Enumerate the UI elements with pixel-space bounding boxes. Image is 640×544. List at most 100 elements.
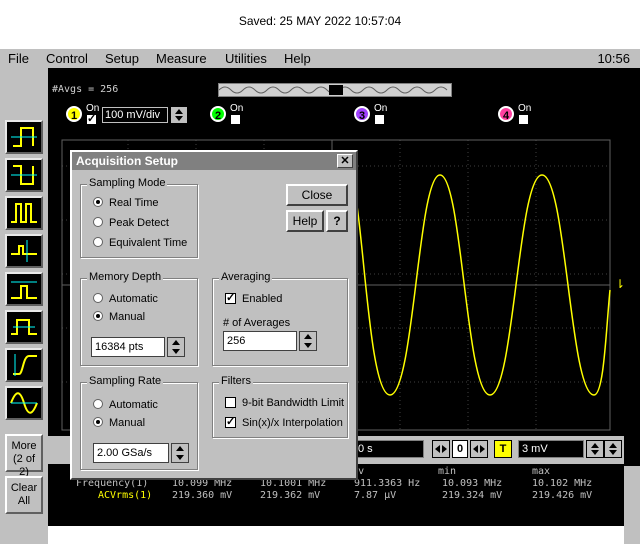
meas-max: 219.426 mV (532, 490, 593, 501)
close-button[interactable]: Close (286, 184, 348, 206)
memory-depth-spinner[interactable] (167, 337, 185, 357)
acquisition-setup-dialog: Acquisition Setup ✕ Sampling Mode Real T… (70, 150, 358, 480)
menu-control[interactable]: Control (46, 51, 88, 66)
timeout-trigger-button[interactable] (5, 310, 43, 344)
meas-mean: 219.362 mV (260, 490, 321, 501)
trigger-level-field[interactable]: 3 mV (518, 440, 584, 458)
radio-real-time[interactable]: Real Time (93, 197, 159, 209)
averages-count-spinner[interactable] (299, 331, 317, 351)
saved-timestamp: Saved: 25 MAY 2022 10:57:04 (238, 14, 402, 28)
falling-edge-icon (11, 165, 37, 185)
rising-edge-trigger-button[interactable] (5, 120, 43, 154)
memory-depth-label: Memory Depth (87, 271, 164, 283)
sampling-rate-label: Sampling Rate (87, 375, 164, 387)
runt-trigger-button[interactable] (5, 272, 43, 306)
clear-label: Clear (10, 482, 38, 494)
channel-2-icon[interactable]: 2 (210, 106, 226, 122)
tv-trigger-button[interactable] (5, 386, 43, 420)
averaging-enabled-checkbox[interactable]: Enabled (225, 291, 282, 305)
pulse-icon (11, 203, 37, 223)
volts-per-div-field[interactable]: 100 mV/div (102, 107, 168, 123)
timeout-icon (11, 319, 37, 335)
help-button[interactable]: Help (286, 210, 324, 232)
rising-edge-icon (11, 127, 37, 147)
overview-waveform-icon (218, 85, 448, 95)
slew-trigger-button[interactable] (5, 348, 43, 382)
channel-4-icon[interactable]: 4 (498, 106, 514, 122)
sampling-rate-group: Sampling Rate Automatic Manual 2.00 GSa/… (80, 375, 198, 470)
menu-setup[interactable]: Setup (105, 51, 139, 66)
channel-2-on-label: On (230, 103, 244, 114)
dialog-title-text: Acquisition Setup (76, 154, 178, 168)
volts-per-div-spinner[interactable] (170, 106, 188, 124)
sine-wave-icon (10, 392, 38, 414)
more-page: (2 of 2) (12, 453, 35, 478)
radio-memory-manual[interactable]: Manual (93, 311, 145, 323)
sampling-rate-field[interactable]: 2.00 GSa/s (93, 443, 169, 463)
header-max: max (532, 466, 551, 477)
dialog-title: Acquisition Setup ✕ (72, 152, 356, 170)
more-button[interactable]: More (2 of 2) (5, 434, 43, 478)
glitch-trigger-button[interactable] (5, 234, 43, 268)
channel-3-on-label: On (374, 103, 388, 114)
context-help-icon[interactable]: ? (326, 210, 348, 232)
trigger-slope-button[interactable] (604, 440, 622, 458)
memory-depth-field[interactable]: 16384 pts (91, 337, 165, 357)
radio-memory-automatic[interactable]: Automatic (93, 293, 158, 305)
menu-help[interactable]: Help (284, 51, 311, 66)
sampling-rate-spinner[interactable] (171, 443, 189, 463)
channel-3-icon[interactable]: 3 (354, 106, 370, 122)
radio-peak-detect[interactable]: Peak Detect (93, 217, 169, 229)
meas-current: 219.360 mV (172, 490, 233, 501)
sinx-interpolation-checkbox[interactable]: Sin(x)/x Interpolation (225, 415, 343, 429)
meas-min: 10.093 MHz (442, 478, 503, 489)
slew-icon (13, 354, 37, 376)
falling-edge-trigger-button[interactable] (5, 158, 43, 192)
timebase-overview[interactable] (218, 83, 452, 97)
meas-max: 10.102 MHz (532, 478, 593, 489)
channel-4-checkbox[interactable] (518, 114, 529, 125)
all-label: All (17, 495, 31, 507)
channel-4-on-label: On (518, 103, 532, 114)
meas-std: 911.3363 Hz (354, 478, 421, 489)
averaging-group: Averaging Enabled # of Averages 256 (212, 271, 348, 366)
time-position-field[interactable]: 0 s (354, 440, 424, 458)
channel-1-checkbox[interactable] (86, 112, 97, 125)
sampling-mode-group: Sampling Mode Real Time Peak Detect Equi… (80, 177, 198, 258)
meas-min: 219.324 mV (442, 490, 503, 501)
trigger-level-spinner[interactable] (586, 440, 604, 458)
menu-file[interactable]: File (8, 51, 29, 66)
averages-readout: #Avgs = 256 (52, 84, 119, 95)
meas-std: 7.87 µV (354, 490, 397, 501)
memory-depth-group: Memory Depth Automatic Manual 16384 pts (80, 271, 198, 366)
menu-utilities[interactable]: Utilities (225, 51, 267, 66)
delay-value[interactable]: 0 (452, 440, 468, 458)
menu-bar: File Control Setup Measure Utilities Hel… (0, 48, 640, 68)
delay-right-button[interactable] (470, 440, 488, 458)
channel-2-checkbox[interactable] (230, 114, 241, 125)
clock: 10:56 (597, 51, 630, 66)
trigger-level-marker-icon: ⇂ (615, 277, 625, 291)
sampling-mode-label: Sampling Mode (87, 177, 168, 189)
bandwidth-limit-checkbox[interactable]: 9-bit Bandwidth Limit (225, 397, 344, 409)
runt-icon (11, 281, 37, 299)
radio-rate-manual[interactable]: Manual (93, 417, 145, 429)
averages-count-field[interactable]: 256 (223, 331, 297, 351)
dialog-close-icon[interactable]: ✕ (337, 154, 353, 168)
delay-left-button[interactable] (432, 440, 450, 458)
averaging-label: Averaging (219, 271, 273, 283)
filters-group: Filters 9-bit Bandwidth Limit Sin(x)/x I… (212, 375, 348, 438)
channel-3-checkbox[interactable] (374, 114, 385, 125)
glitch-icon (11, 240, 37, 262)
radio-rate-automatic[interactable]: Automatic (93, 399, 158, 411)
left-toolbar: More (2 of 2) Clear All (0, 68, 48, 544)
trigger-source-icon[interactable]: T (494, 440, 512, 458)
radio-equivalent-time[interactable]: Equivalent Time (93, 237, 187, 249)
channel-1-icon[interactable]: 1 (66, 106, 82, 122)
averages-count-label: # of Averages (223, 317, 291, 329)
pulse-trigger-button[interactable] (5, 196, 43, 230)
more-label: More (11, 440, 37, 452)
menu-measure[interactable]: Measure (156, 51, 207, 66)
filters-label: Filters (219, 375, 253, 387)
clear-all-button[interactable]: Clear All (5, 476, 43, 514)
